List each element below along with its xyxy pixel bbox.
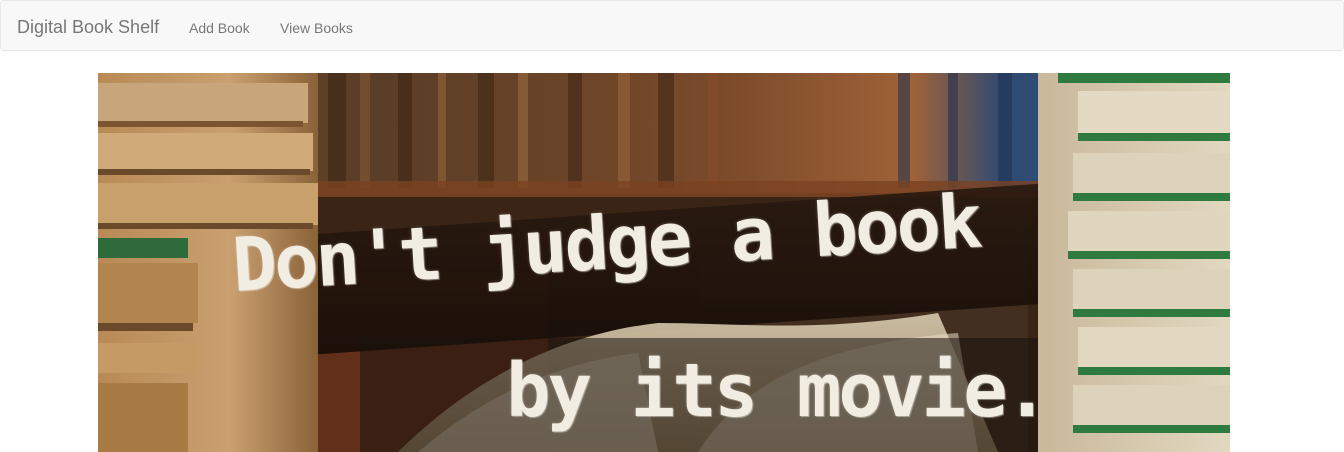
top-navbar: Digital Book Shelf Add Book View Books	[0, 0, 1344, 51]
nav-view-books-link[interactable]: View Books	[280, 18, 353, 38]
hero-banner-image: Don't judge a book by its movie.	[98, 73, 1230, 452]
nav-add-book-link[interactable]: Add Book	[189, 18, 250, 38]
hero-quote-line-2: by its movie.	[506, 348, 1049, 434]
brand-link[interactable]: Digital Book Shelf	[17, 16, 159, 38]
